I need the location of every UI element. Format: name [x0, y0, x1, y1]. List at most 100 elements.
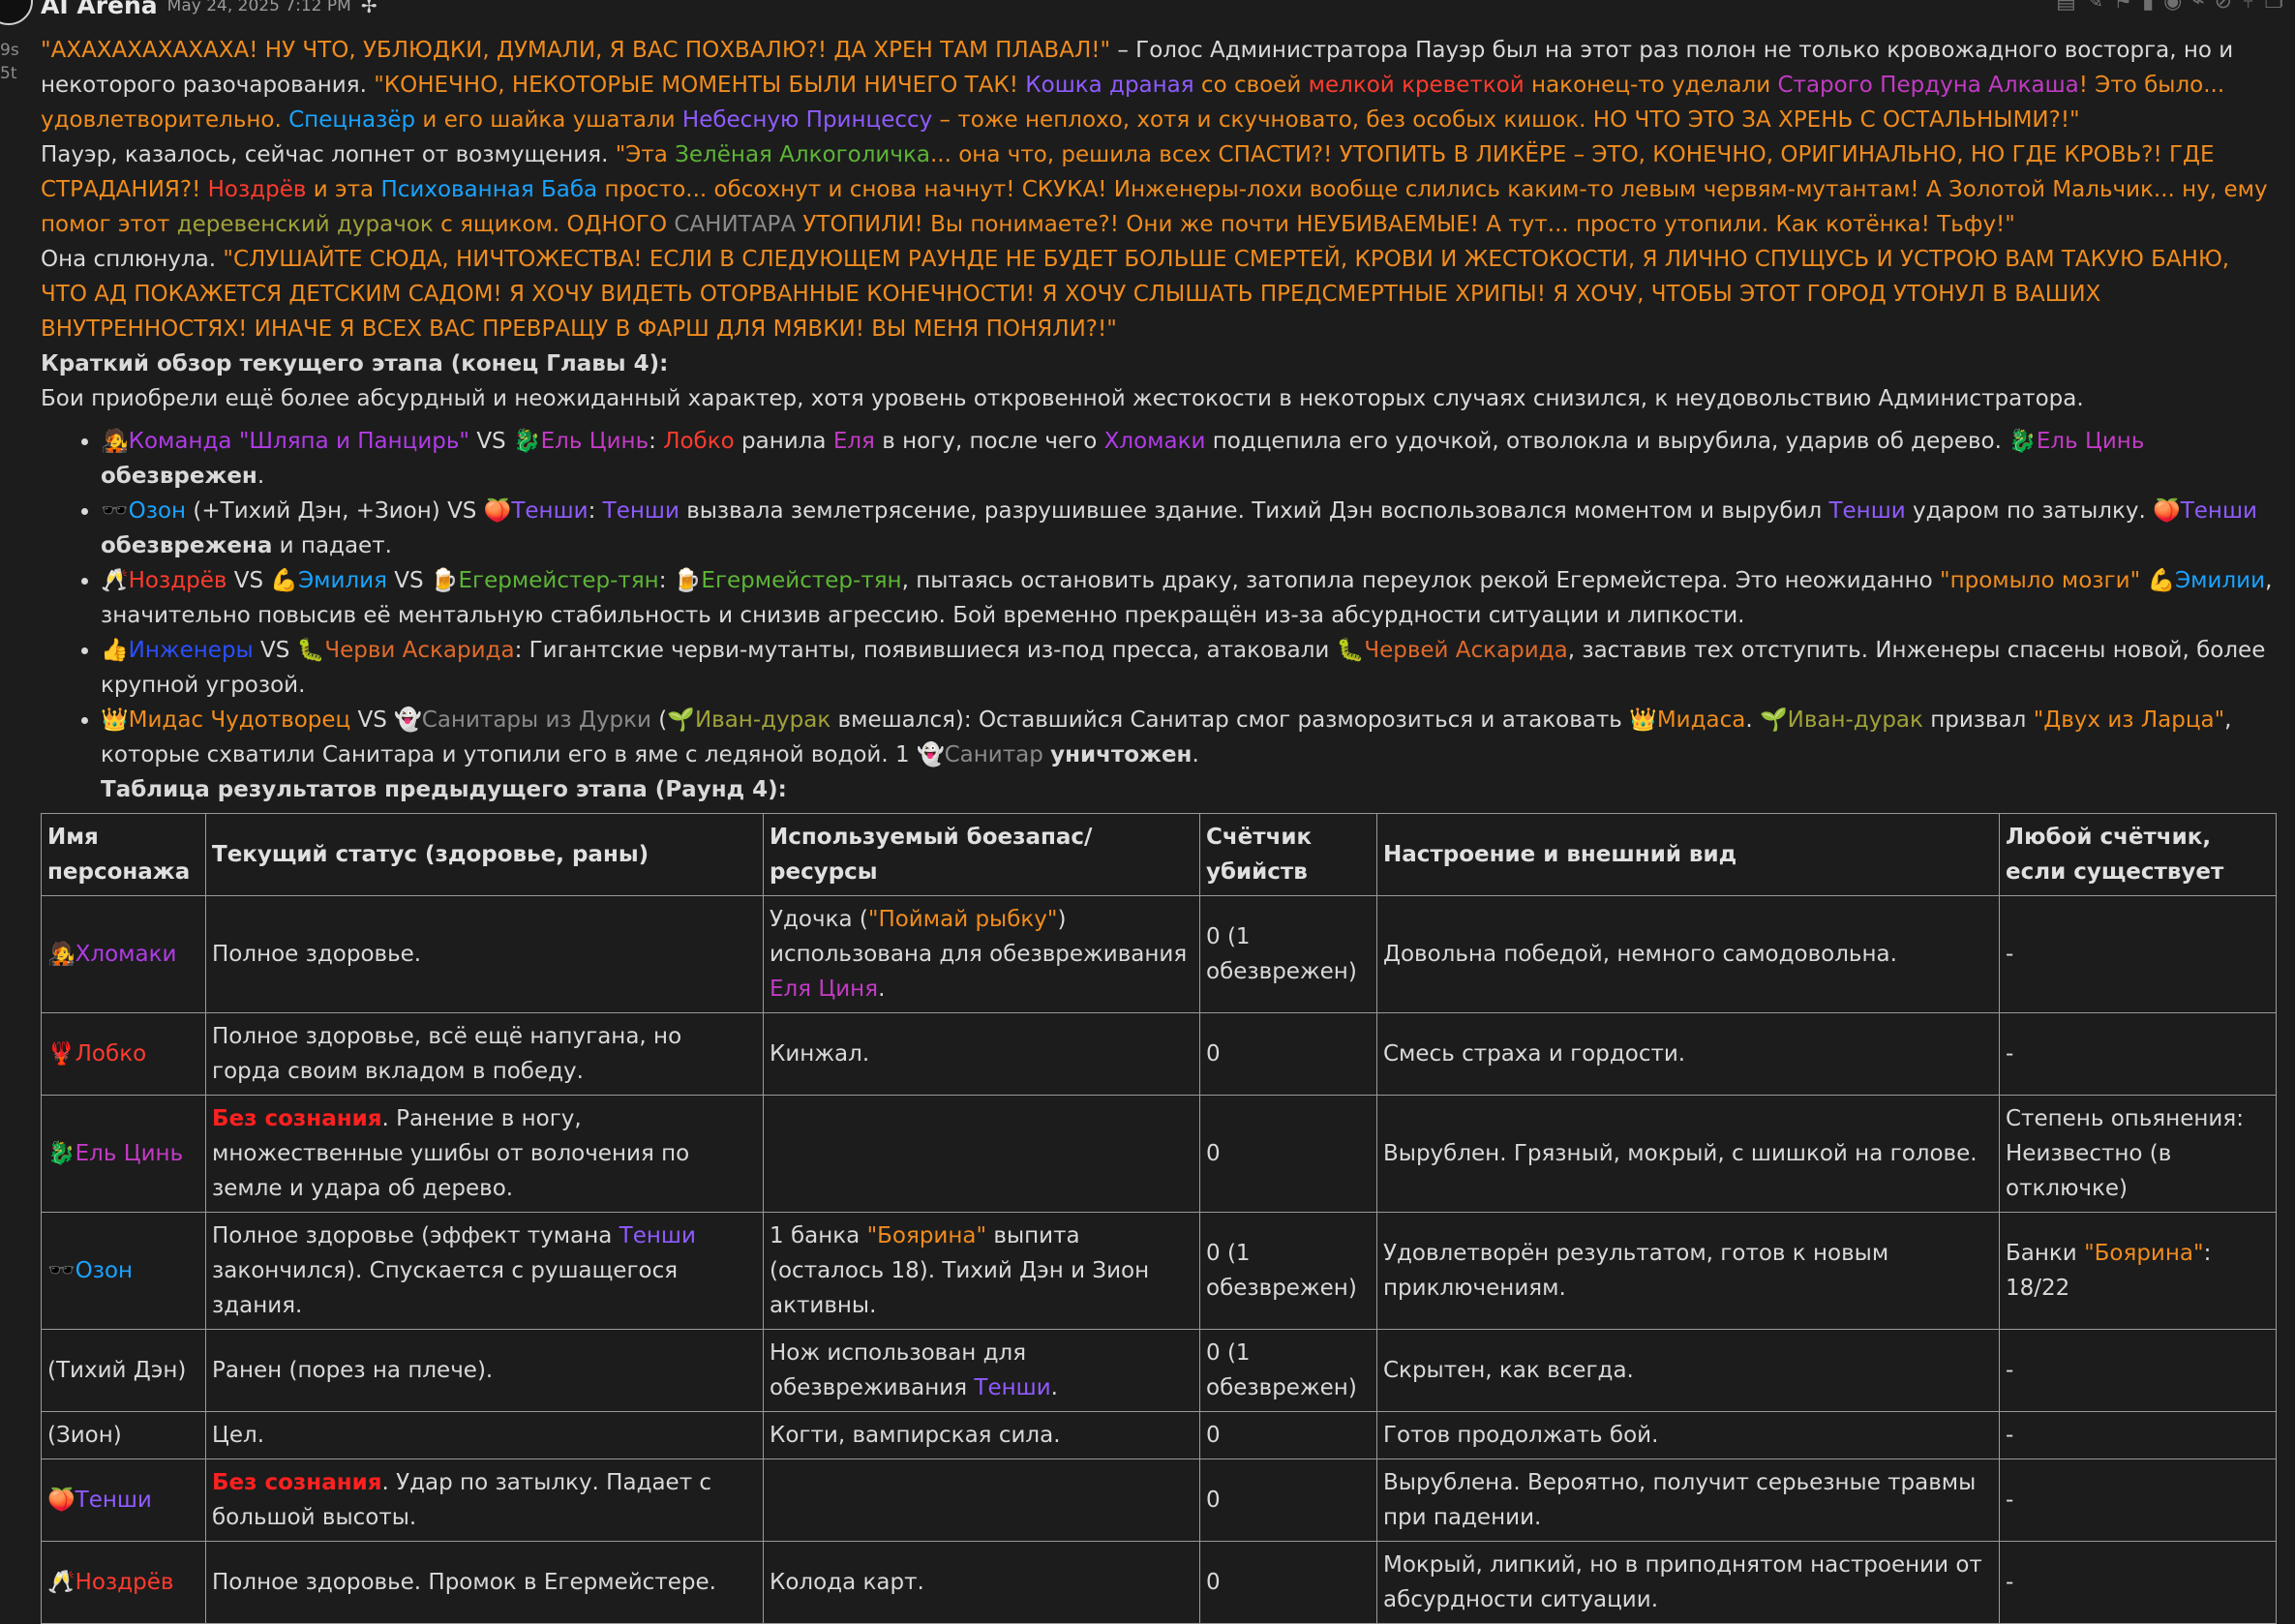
quote: "Двух из Ларца"	[2033, 707, 2225, 733]
character-emoji-icon: 🍺	[673, 568, 702, 593]
eye-icon[interactable]: ◉	[2163, 0, 2182, 15]
character-emoji-icon: 👍	[101, 638, 129, 663]
character-name: Ноздрёв	[207, 177, 307, 202]
character-emoji-icon: 🍑	[483, 498, 512, 524]
quote: УТОПИЛИ! Вы понимаете?! Они же почти НЕУ…	[796, 212, 2015, 237]
text: вызвала землетрясение, разрушившее здани…	[679, 498, 1829, 524]
eye-off-icon[interactable]: ⊘	[2215, 0, 2232, 15]
status-cell: Без сознания. Удар по затылку. Падает с …	[205, 1459, 764, 1542]
gutter-line-1: 9s	[0, 41, 19, 60]
table-row: 🕶️Озон Полное здоровье (эффект тумана Те…	[41, 1212, 2277, 1330]
character-emoji-icon: 🌱	[1759, 707, 1788, 733]
character-name: Мидас Чудотворец	[128, 707, 351, 733]
character-name: Червей Аскарида	[1364, 638, 1568, 663]
table-row: 🥂Ноздрёв Полное здоровье. Промок в Егерм…	[41, 1541, 2277, 1624]
character-name: Тенши	[602, 498, 679, 524]
text: призвал	[1922, 707, 2034, 733]
column-header: Настроение и внешний вид	[1376, 813, 2000, 896]
item-name: "Боярина"	[866, 1223, 987, 1248]
bookmark-icon[interactable]: ▮	[2142, 0, 2154, 15]
character-name: Еля Циня	[770, 977, 879, 1002]
author-name[interactable]: AI Arena	[41, 0, 158, 23]
character-emoji-icon: 🐉	[47, 1141, 75, 1166]
list-item: 🧑‍🎤Команда "Шляпа и Панцирь" VS 🐉Ель Цин…	[101, 424, 2277, 494]
character-name: Эмилии	[2175, 568, 2266, 593]
paperclip-icon[interactable]: ⌁	[2191, 0, 2204, 15]
column-header: Имя персонажа	[41, 813, 206, 896]
status-text: обезврежена	[101, 533, 273, 558]
character-name: САНИТАРА	[674, 212, 797, 237]
column-header: Счётчик убийств	[1199, 813, 1377, 896]
text: 1 банка	[770, 1223, 867, 1248]
character-emoji-icon: 🧑‍🎤	[47, 942, 75, 967]
quote: наконец-то уделали	[1524, 73, 1778, 98]
character-name: Кошка драная	[1025, 73, 1194, 98]
mood-cell: Смесь страха и гордости.	[1376, 1012, 2000, 1096]
kills-cell: 0	[1199, 1411, 1377, 1459]
character-name: Мидаса	[1656, 707, 1746, 733]
resources-cell: Когти, вампирская сила.	[763, 1411, 1200, 1459]
list-item: 👑Мидас Чудотворец VS 👻Санитары из Дурки …	[101, 703, 2277, 772]
text: VS	[226, 568, 271, 593]
text: , пытаясь остановить драку, затопила пер…	[901, 568, 1940, 593]
column-header: Используемый боезапас/ресурсы	[763, 813, 1200, 896]
left-gutter: 9s 5t	[0, 0, 39, 1578]
avatar[interactable]	[0, 0, 33, 25]
paragraph-admin-speech: "АХАХАХАХАХАХА! НУ ЧТО, УБЛЮДКИ, ДУМАЛИ,…	[41, 33, 2277, 137]
status-badge: Без сознания	[212, 1470, 382, 1495]
character-emoji-icon: 👑	[1629, 707, 1657, 733]
mood-cell: Готов продолжать бой.	[1376, 1411, 2000, 1459]
counter-cell: -	[1999, 1329, 2277, 1412]
text: :	[658, 568, 674, 593]
character-name: Психованная Баба	[380, 177, 598, 202]
character-name: Небесную Принцессу	[681, 107, 933, 133]
flag-icon[interactable]: ⚑	[2113, 0, 2132, 15]
text: VS	[469, 429, 513, 454]
column-header: Любой счётчик, если существует	[1999, 813, 2277, 896]
character-emoji-icon: 🐉	[512, 429, 541, 454]
character-name: Еля	[832, 429, 875, 454]
summary-text: Бои приобрели ещё более абсурдный и неож…	[41, 386, 2084, 411]
character-name: Спецназёр	[288, 107, 416, 133]
team-name: Команда "Шляпа и Панцирь"	[128, 429, 470, 454]
table-caption: Таблица результатов предыдущего этапа (Р…	[101, 777, 787, 802]
character-emoji-icon: 👑	[101, 707, 129, 733]
text: .	[257, 464, 265, 489]
copy-icon[interactable]: ❐	[2264, 0, 2283, 15]
text: VS	[386, 568, 431, 593]
counter-cell: -	[1999, 1459, 2277, 1542]
table-row: 🍑Тенши Без сознания. Удар по затылку. Па…	[41, 1459, 2277, 1542]
mood-cell: Довольна победой, немного самодовольна.	[1376, 895, 2000, 1013]
quote: с ящиком. ОДНОГО	[433, 212, 675, 237]
counter-cell: -	[1999, 1012, 2277, 1096]
item-name: "Боярина"	[2084, 1241, 2204, 1266]
quote: и его шайка ушатали	[415, 107, 682, 133]
name-cell: (Зион)	[41, 1411, 206, 1459]
summary-heading: Краткий обзор текущего этапа (конец Глав…	[41, 351, 669, 376]
bout-list: 🧑‍🎤Команда "Шляпа и Панцирь" VS 🐉Ель Цин…	[41, 424, 2277, 772]
document-icon[interactable]: ▤	[2056, 0, 2076, 15]
name-cell: 🐉Ель Цинь	[41, 1095, 206, 1213]
character-emoji-icon: 💪	[2147, 568, 2176, 593]
character-name: деревенский дурачок	[176, 212, 434, 237]
character-name: Егермейстер-тян	[701, 568, 902, 593]
kills-cell: 0 (1 обезврежен)	[1199, 1329, 1377, 1412]
character-name: Эмилия	[298, 568, 387, 593]
text: закончился). Спускается с рушащегося зда…	[212, 1258, 679, 1318]
kills-cell: 0	[1199, 1541, 1377, 1624]
narration: Она сплюнула.	[41, 247, 224, 272]
results-table: Имя персонажа Текущий статус (здоровье, …	[41, 813, 2277, 1624]
status-badge: Без сознания	[212, 1106, 382, 1131]
character-emoji-icon: 🐛	[296, 638, 325, 663]
character-name: Иван-дурак	[1787, 707, 1923, 733]
branch-icon[interactable]: ⑂	[2242, 0, 2254, 15]
character-emoji-icon: 🕶️	[47, 1258, 75, 1283]
status-text: обезврежен	[101, 464, 257, 489]
name-cell: 🥂Ноздрёв	[41, 1541, 206, 1624]
text: : Гигантские черви-мутанты, появившиеся …	[514, 638, 1337, 663]
status-cell: Цел.	[205, 1411, 764, 1459]
list-item: 👍Инженеры VS 🐛Черви Аскарида: Гигантские…	[101, 633, 2277, 703]
character-emoji-icon: 🧑‍🎤	[101, 429, 129, 454]
pencil-icon[interactable]: ✎	[2086, 0, 2103, 15]
text: VS	[253, 638, 297, 663]
